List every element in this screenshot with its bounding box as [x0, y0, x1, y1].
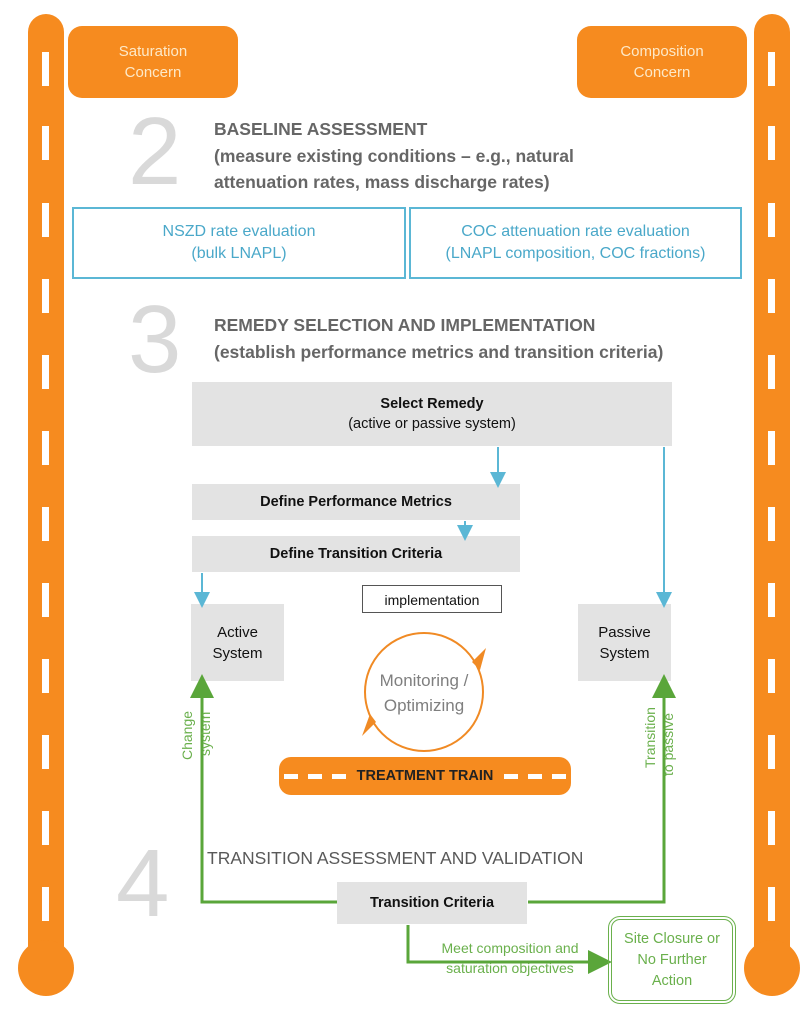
treatment-train-label: TREATMENT TRAIN [356, 768, 494, 784]
monitoring-line1: Monitoring / [379, 671, 469, 690]
change-system-label: Change system [178, 711, 214, 760]
closure-line1: Site Closure or [624, 930, 720, 947]
step-number-4: 4 [116, 830, 170, 937]
treatment-train-bar: TREATMENT TRAIN [279, 757, 571, 795]
monitoring-line2: Optimizing [383, 696, 465, 715]
train-dash [552, 773, 567, 779]
meet-line2: saturation objectives [446, 960, 574, 976]
train-dash [504, 773, 519, 779]
train-dash [528, 773, 543, 779]
transition-line1: Transition [642, 707, 658, 768]
transition-to-passive-label: Transition to passive [641, 707, 677, 776]
change-line1: Change [179, 710, 195, 760]
meet-line1: Meet composition and [441, 940, 579, 956]
site-closure-box: Site Closure or No Further Action [608, 916, 736, 1004]
closure-line2: No Further [637, 951, 707, 968]
train-dash [284, 773, 298, 779]
step-4-title: TRANSITION ASSESSMENT AND VALIDATION [207, 848, 584, 868]
closure-line3: Action [651, 972, 693, 989]
monitoring-optimizing-label: Monitoring / Optimizing [368, 668, 480, 718]
transition-criteria-box: Transition Criteria [337, 882, 527, 924]
train-dash [307, 773, 322, 779]
meet-objectives-label: Meet composition and saturation objectiv… [418, 938, 602, 978]
transition-line2: to passive [660, 712, 676, 776]
train-dash [331, 773, 346, 779]
change-line2: system [197, 711, 213, 756]
